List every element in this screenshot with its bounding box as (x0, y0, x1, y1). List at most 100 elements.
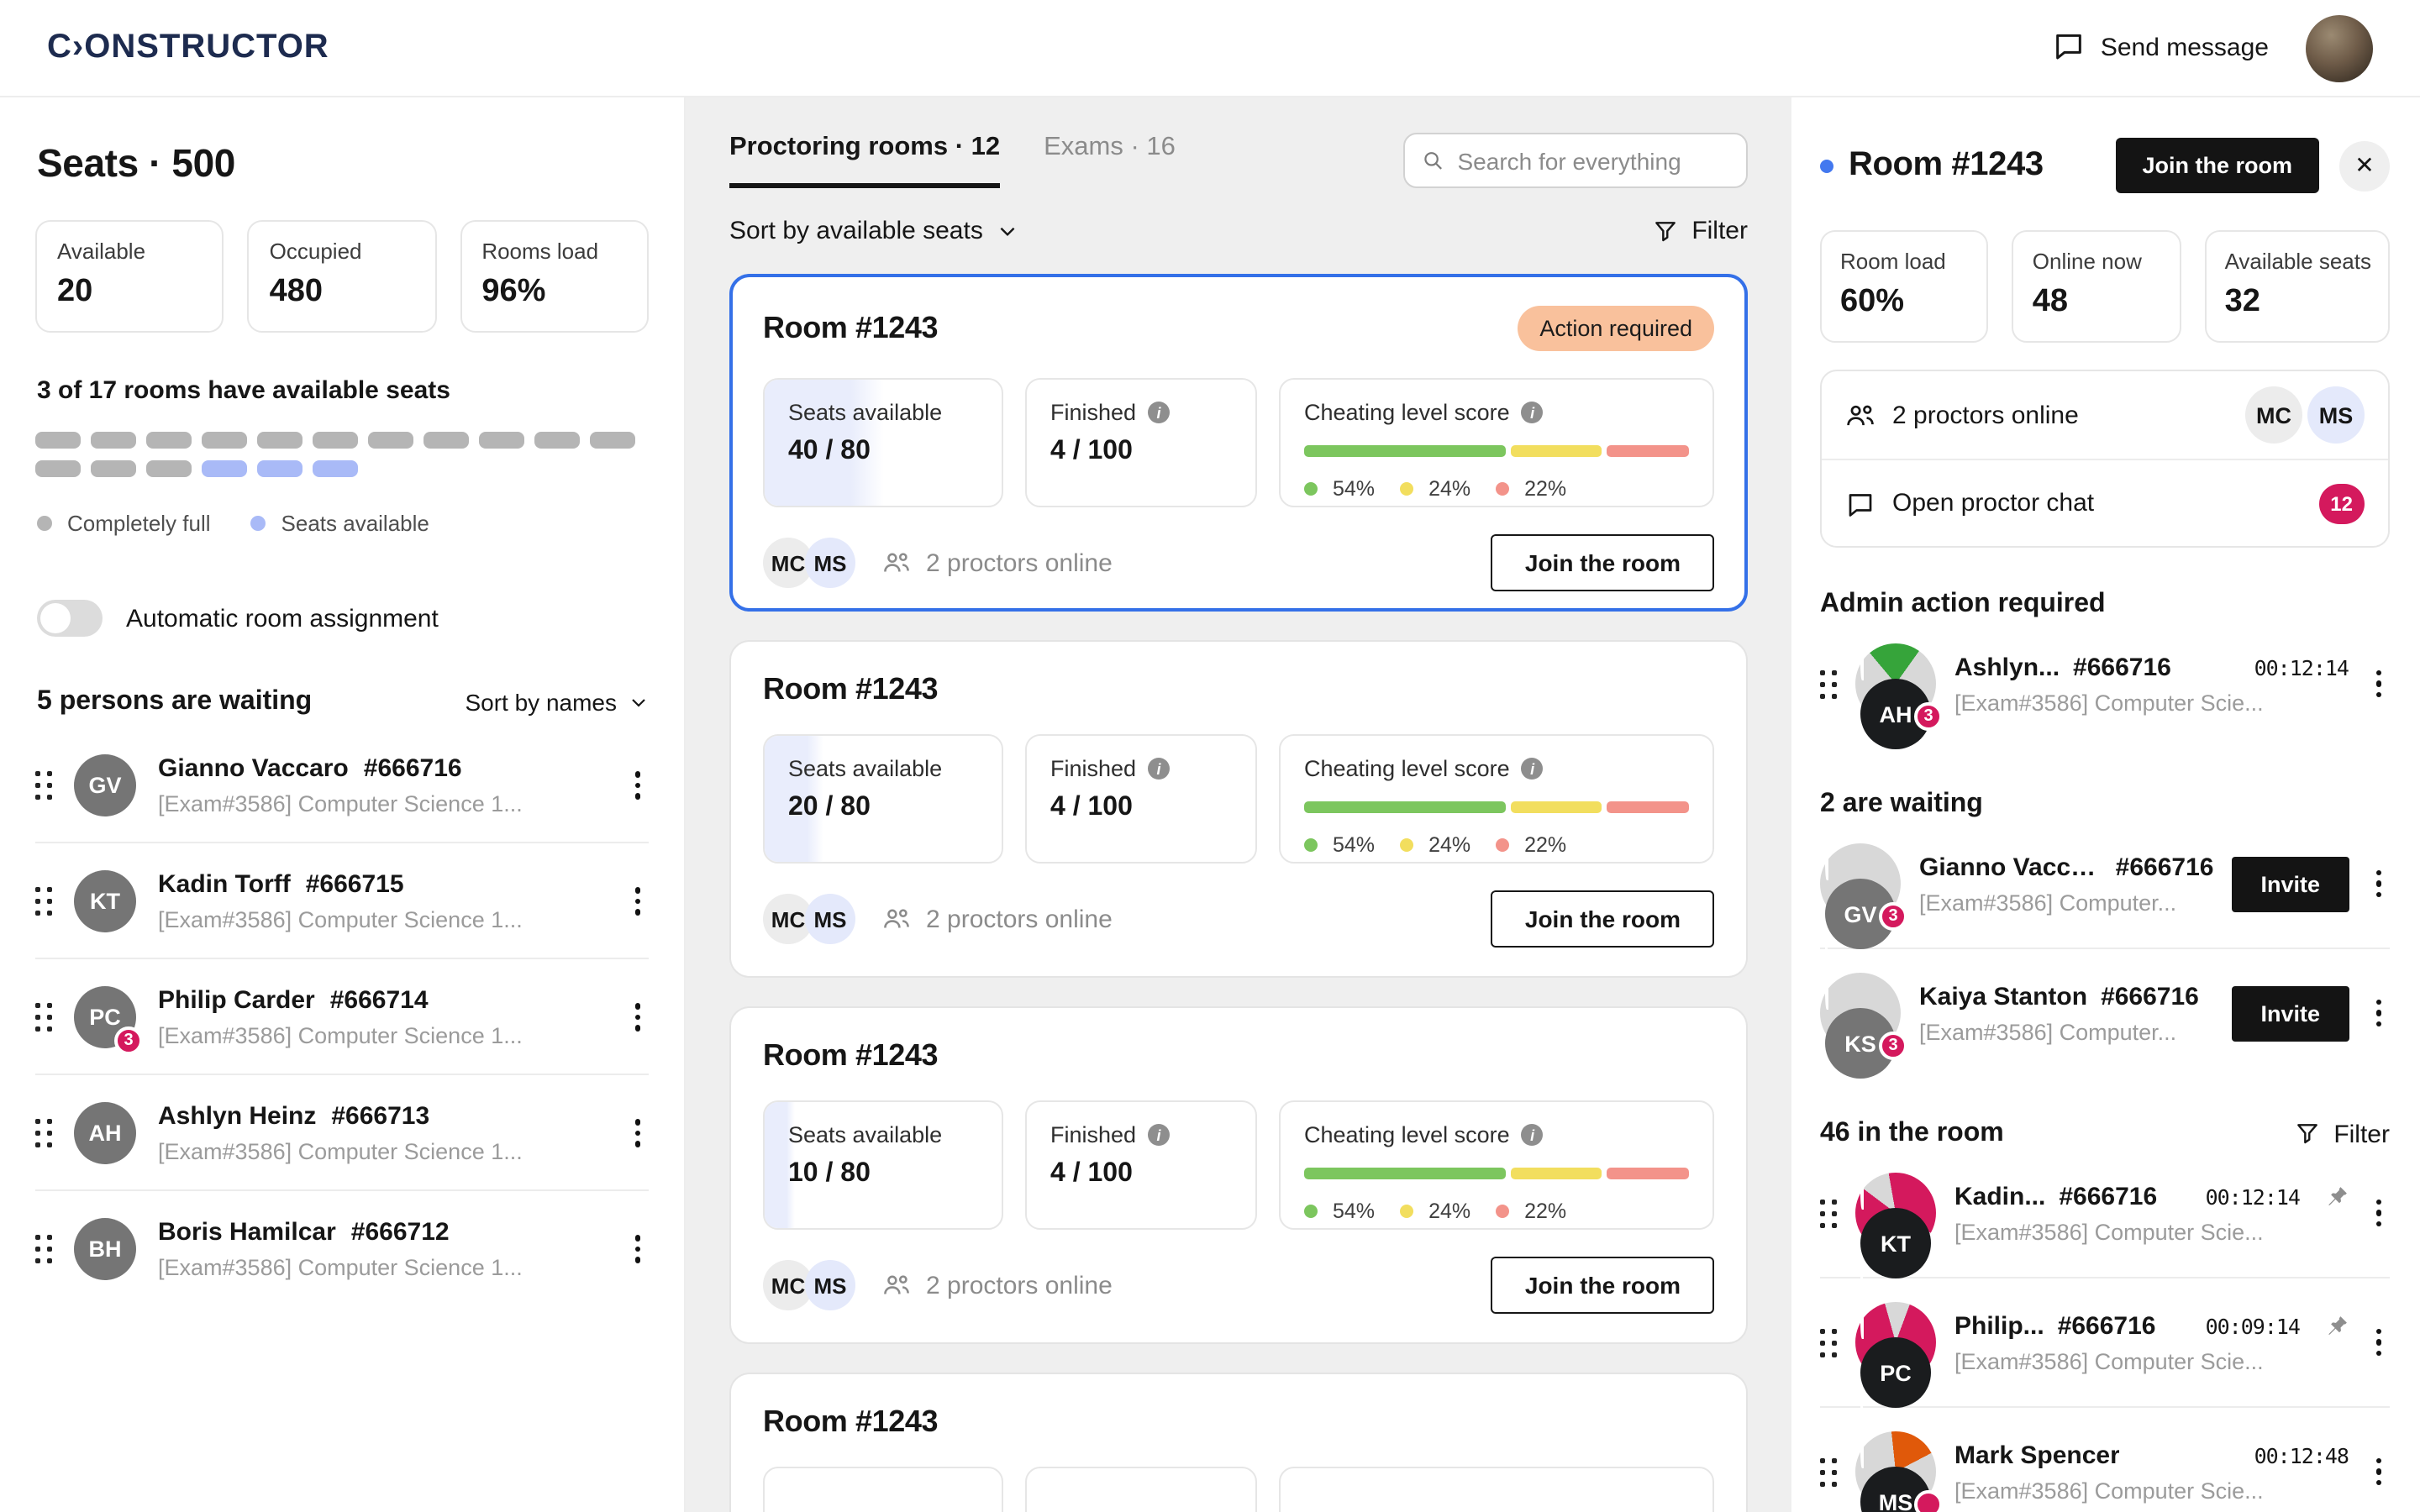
chevron-down-icon (997, 220, 1018, 242)
person-name: Mark Spencer (1954, 1441, 2120, 1469)
kebab-menu-icon[interactable] (2367, 1322, 2390, 1363)
people-icon (882, 551, 911, 575)
person-name: Gianno Vaccaro (1919, 853, 2102, 881)
send-message-label: Send message (2101, 34, 2269, 62)
waiting-row-ashlyn[interactable]: AH Ashlyn Heinz#666713 [Exam#3586] Compu… (35, 1074, 649, 1189)
avatar: PC3 (74, 986, 136, 1048)
close-icon[interactable]: ✕ (2339, 140, 2390, 191)
room-row-mark[interactable]: MS Mark Spencer 00:12:48 [Exam#3586] Com… (1820, 1406, 2390, 1512)
invite-button[interactable]: Invite (2232, 985, 2349, 1041)
pin-icon[interactable] (2323, 1184, 2349, 1209)
filter-button[interactable]: Filter (2293, 1120, 2390, 1148)
automatic-room-assignment-toggle[interactable] (37, 600, 103, 637)
info-icon[interactable]: i (1522, 758, 1544, 780)
drag-handle-icon[interactable] (1820, 1199, 1837, 1227)
info-icon[interactable]: i (1522, 402, 1544, 423)
sort-by-names-dropdown[interactable]: Sort by names (465, 689, 649, 716)
person-name: Kadin... (1954, 1182, 2045, 1210)
kebab-menu-icon[interactable] (626, 1229, 649, 1270)
finished-card: Finishedi 4 / 100 (1025, 378, 1257, 507)
seats-available-card: Seats available 20 / 80 (763, 734, 1003, 864)
drag-handle-icon[interactable] (1820, 669, 1837, 698)
drag-handle-icon[interactable] (35, 771, 52, 800)
room-card-2[interactable]: Room #1243 Seats available 20 / 80 Finis… (729, 640, 1748, 978)
proctor-avatar: MS (2307, 386, 2365, 444)
kebab-menu-icon[interactable] (2367, 1452, 2390, 1493)
person-exam: [Exam#3586] Computer... (1919, 1019, 2213, 1044)
kebab-menu-icon[interactable] (2367, 664, 2390, 705)
kebab-menu-icon[interactable] (2367, 993, 2390, 1034)
room-row-kadin[interactable]: KT Kadin... #666716 00:12:14 [Exam#3586]… (1820, 1149, 2390, 1277)
tab-proctoring-rooms[interactable]: Proctoring rooms · 12 (729, 133, 1000, 188)
kebab-menu-icon[interactable] (626, 765, 649, 806)
drag-handle-icon[interactable] (35, 1119, 52, 1147)
join-room-button[interactable]: Join the room (1491, 1257, 1714, 1314)
pin-icon[interactable] (2323, 1313, 2349, 1338)
stat-available-seats: Available seats 32 (2205, 230, 2390, 343)
action-required-badge: Action required (1518, 306, 1714, 351)
cheating-score-card: Cheating level scorei 54% 24% 22% (1279, 1100, 1714, 1230)
room-card-3[interactable]: Room #1243 Seats available 10 / 80 Finis… (729, 1006, 1748, 1344)
drag-handle-icon[interactable] (35, 887, 52, 916)
search-input[interactable] (1458, 147, 1730, 174)
invite-button[interactable]: Invite (2232, 856, 2349, 911)
person-exam: [Exam#3586] Computer Science 1... (158, 791, 604, 816)
room-detail-panel: Room #1243 Join the room ✕ Room load 60%… (1791, 97, 2420, 1512)
red-dot-icon (1496, 838, 1509, 852)
seats-sidebar: Seats · 500 Available 20 Occupied 480 Ro… (0, 97, 686, 1512)
waiting-row-boris[interactable]: BH Boris Hamilcar#666712 [Exam#3586] Com… (35, 1189, 649, 1305)
room-card-4[interactable]: Room #1243 (729, 1373, 1748, 1512)
available-dot-icon (251, 516, 266, 531)
kebab-menu-icon[interactable] (626, 997, 649, 1038)
info-icon[interactable]: i (1522, 1124, 1544, 1146)
finished-card: Finishedi 4 / 100 (1025, 734, 1257, 864)
cheating-bar (1304, 1168, 1689, 1179)
room-stats: Room load 60% Online now 48 Available se… (1820, 230, 2390, 343)
user-avatar[interactable] (2306, 14, 2373, 81)
drag-handle-icon[interactable] (35, 1003, 52, 1032)
waiting-row-philip[interactable]: PC3 Philip Carder#666714 [Exam#3586] Com… (35, 958, 649, 1074)
join-room-button[interactable]: Join the room (1491, 890, 1714, 948)
drag-handle-icon[interactable] (35, 1235, 52, 1263)
panel-waiting-row-gianno[interactable]: GV3 Gianno Vaccaro #666716 [Exam#3586] C… (1820, 820, 2390, 948)
open-proctor-chat-button[interactable]: Open proctor chat 12 (1822, 459, 2388, 546)
search-box[interactable] (1403, 133, 1748, 188)
waiting-person-list: GV Gianno Vaccaro#666716 [Exam#3586] Com… (35, 727, 649, 1305)
join-room-button[interactable]: Join the room (2115, 138, 2319, 193)
info-icon[interactable]: i (1148, 1124, 1170, 1146)
proctors-online-label: 2 proctors online (926, 1271, 1113, 1299)
rooms-main: Proctoring rooms · 12 Exams · 16 Sort by… (686, 97, 1791, 1512)
full-dot-icon (37, 516, 52, 531)
room-card-1[interactable]: Room #1243 Action required Seats availab… (729, 274, 1748, 612)
sort-by-seats-dropdown[interactable]: Sort by available seats (729, 217, 1018, 245)
finished-card: Finishedi 4 / 100 (1025, 1100, 1257, 1230)
person-name: Ashlyn Heinz (158, 1102, 316, 1131)
room-title: Room #1243 (763, 672, 938, 707)
room-row-philip[interactable]: PC Philip... #666716 00:09:14 [Exam#3586… (1820, 1277, 2390, 1406)
avatar: KT (74, 870, 136, 932)
waiting-row-kadin[interactable]: KT Kadin Torff#666715 [Exam#3586] Comput… (35, 842, 649, 958)
info-icon[interactable]: i (1148, 758, 1170, 780)
avatar-ring: AH3 (1855, 643, 1936, 724)
filter-button[interactable]: Filter (1651, 217, 1748, 245)
info-icon[interactable]: i (1148, 402, 1170, 423)
kebab-menu-icon[interactable] (2367, 1193, 2390, 1234)
green-dot-icon (1304, 838, 1318, 852)
kebab-menu-icon[interactable] (626, 1113, 649, 1154)
drag-handle-icon[interactable] (1820, 1457, 1837, 1486)
admin-row-ashlyn[interactable]: AH3 Ashlyn... #666716 00:12:14 [Exam#358… (1820, 620, 2390, 748)
person-exam: [Exam#3586] Computer Scie... (1954, 1478, 2349, 1503)
kebab-menu-icon[interactable] (626, 881, 649, 922)
send-message-button[interactable]: Send message (2052, 28, 2269, 68)
kebab-menu-icon[interactable] (2367, 864, 2390, 905)
panel-waiting-row-kaiya[interactable]: KS3 Kaiya Stanton #666716 [Exam#3586] Co… (1820, 948, 2390, 1077)
people-icon (882, 907, 911, 931)
tab-exams[interactable]: Exams · 16 (1044, 133, 1176, 188)
stat-occupied: Occupied 480 (248, 220, 437, 333)
waiting-row-gianno[interactable]: GV Gianno Vaccaro#666716 [Exam#3586] Com… (35, 727, 649, 842)
drag-handle-icon[interactable] (1820, 1328, 1837, 1357)
avatar-ring: GV3 (1820, 843, 1901, 924)
person-exam: [Exam#3586] Computer Scie... (1954, 690, 2349, 715)
person-id: #666716 (2073, 653, 2171, 681)
join-room-button[interactable]: Join the room (1491, 534, 1714, 591)
